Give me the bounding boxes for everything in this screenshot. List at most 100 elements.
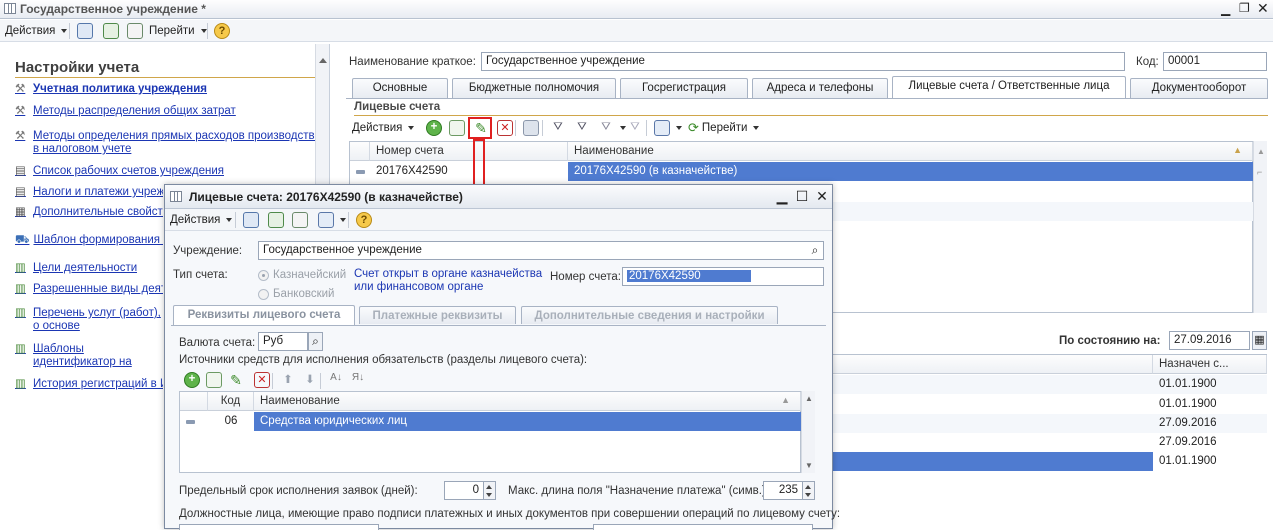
move-up-button[interactable]: ⬆: [277, 371, 299, 389]
goto-section-icon-button[interactable]: [651, 119, 685, 137]
sort-asc-icon: A↓: [330, 372, 342, 383]
clear-filter-button[interactable]: ⛛: [624, 119, 646, 137]
scroll-up-icon[interactable]: ▲: [1257, 147, 1265, 156]
accounts-grid-scrollbar[interactable]: ▲ ⌐: [1253, 141, 1267, 313]
edit-button[interactable]: ✎: [470, 119, 492, 137]
save-close-button[interactable]: [74, 22, 96, 40]
sources-delete-button[interactable]: ✕: [251, 371, 273, 389]
grid-header-name[interactable]: Наименование ▲: [254, 392, 801, 411]
filter-value-button[interactable]: ⛛: [571, 119, 593, 137]
dialog-save-close-button[interactable]: [240, 211, 262, 229]
source-name-cell[interactable]: Средства юридических лиц: [254, 412, 801, 431]
copy-row-button[interactable]: [446, 119, 468, 137]
minimize-icon[interactable]: ▁: [1221, 2, 1230, 16]
grid-header-code[interactable]: Код: [208, 392, 254, 411]
deadline-stepper[interactable]: [484, 481, 496, 500]
dialog-help-button[interactable]: ?: [353, 211, 375, 229]
tab-budget-powers[interactable]: Бюджетные полномочия: [452, 78, 616, 99]
source-code-cell[interactable]: 06: [208, 412, 254, 431]
sources-add-button[interactable]: +: [181, 371, 203, 389]
table-row[interactable]: 01.01.1900: [833, 395, 1267, 414]
actions-menu-button[interactable]: Действия: [2, 22, 70, 40]
assigned-header[interactable]: Назначен с...: [1153, 355, 1267, 374]
goto-menu-button[interactable]: Перейти: [146, 22, 210, 40]
table-row[interactable]: 27.09.2016: [833, 414, 1267, 433]
add-button[interactable]: +: [423, 119, 445, 137]
link-additional-properties[interactable]: ▦ Дополнительные свойств: [15, 206, 163, 219]
currency-field[interactable]: Руб: [258, 332, 308, 351]
deadline-field[interactable]: 0: [444, 481, 484, 500]
sort-asc-button[interactable]: A↓: [325, 371, 347, 389]
maximize-icon[interactable]: ☐: [795, 189, 809, 203]
institution-field[interactable]: Государственное учреждение: [258, 241, 824, 260]
table-row[interactable]: 01.01.1900: [833, 452, 1267, 471]
toolbar-separator: [348, 212, 349, 228]
scroll-thumb-icon[interactable]: ⌐: [1257, 167, 1262, 177]
tab-additional-info[interactable]: Дополнительные сведения и настройки: [521, 306, 778, 324]
scroll-down-icon[interactable]: ▼: [805, 461, 813, 470]
maxlen-stepper[interactable]: [803, 481, 815, 500]
tab-accounts[interactable]: Лицевые счета / Ответственные лица: [892, 76, 1126, 99]
grid-header-name[interactable]: Наименование ▲: [568, 142, 1253, 161]
table-row-name[interactable]: 20176X42590 (в казначействе): [568, 162, 1253, 181]
section-actions-button[interactable]: Действия: [349, 119, 417, 137]
restore-icon[interactable]: ❐: [1239, 1, 1250, 15]
tab-payment-details[interactable]: Платежные реквизиты: [359, 306, 516, 324]
sources-copy-button[interactable]: [203, 371, 225, 389]
hierarchy-button[interactable]: [520, 119, 542, 137]
tab-registration[interactable]: Госрегистрация: [620, 78, 748, 99]
help-button[interactable]: ?: [211, 22, 233, 40]
as-of-date-field[interactable]: 27.09.2016: [1169, 331, 1250, 350]
table-row[interactable]: 01.01.1900: [833, 375, 1267, 394]
account-number-label: Номер счета:: [550, 271, 621, 283]
currency-search-icon[interactable]: ⌕: [308, 332, 323, 351]
tab-account-details[interactable]: Реквизиты лицевого счета: [173, 305, 355, 326]
close-icon[interactable]: ✕: [1257, 0, 1269, 17]
delete-button[interactable]: ✕: [494, 119, 516, 137]
link-allowed-activities[interactable]: ▥ Разрешенные виды деяте: [15, 283, 163, 296]
link-registration-history[interactable]: ▥ История регистраций в И: [15, 378, 163, 391]
search-icon[interactable]: ⌕: [807, 242, 823, 259]
link-taxes[interactable]: ▤ Налоги и платежи учрежд: [15, 186, 163, 199]
short-name-field[interactable]: Государственное учреждение: [481, 52, 1125, 71]
save-button[interactable]: [100, 22, 122, 40]
link-accounting-policy[interactable]: ⚒ Учетная политика учреждения: [15, 83, 207, 96]
radio-treasury[interactable]: [258, 270, 269, 281]
sources-grid-scrollbar[interactable]: ▲ ▼: [801, 391, 815, 473]
toolbar-separator: [542, 120, 543, 136]
table-row[interactable]: 27.09.2016: [833, 433, 1267, 452]
account-number-field[interactable]: 20176X42590: [622, 267, 824, 286]
link-template[interactable]: ⛟ Шаблон формирования и: [15, 234, 163, 247]
radio-treasury-label: Казначейский: [273, 269, 347, 281]
dialog-goto-button[interactable]: [315, 211, 349, 229]
officials-field-right[interactable]: [593, 524, 813, 530]
scroll-up-icon[interactable]: ▲: [805, 394, 813, 403]
close-icon[interactable]: ✕: [815, 189, 829, 203]
officials-field-left[interactable]: [179, 524, 379, 530]
calendar-icon[interactable]: ▦: [1252, 331, 1267, 350]
filter-button[interactable]: ⛛: [547, 119, 569, 137]
tab-addresses[interactable]: Адреса и телефоны: [752, 78, 888, 99]
tab-docflow[interactable]: Документооборот: [1130, 78, 1268, 99]
maxlen-field[interactable]: 235: [763, 481, 803, 500]
link-activity-goals[interactable]: ▥ Цели деятельности: [15, 262, 137, 275]
link-direct-costs[interactable]: ⚒ Методы определения прямых расходов прои…: [15, 130, 325, 156]
scroll-up-icon[interactable]: [319, 58, 327, 63]
link-working-accounts[interactable]: ▤ Список рабочих счетов учреждения: [15, 165, 224, 178]
radio-bank[interactable]: [258, 289, 269, 300]
move-down-button[interactable]: ⬇: [299, 371, 321, 389]
section-goto-button[interactable]: ⟳ Перейти: [685, 119, 762, 137]
dialog-actions-button[interactable]: Действия: [167, 211, 235, 229]
minimize-icon[interactable]: ▁: [775, 189, 789, 203]
tab-main[interactable]: Основные: [352, 78, 448, 99]
dialog-copy-button[interactable]: [289, 211, 311, 229]
copy-button[interactable]: [124, 22, 146, 40]
sort-desc-button[interactable]: Я↓: [347, 371, 369, 389]
link-identifier-templates[interactable]: ▥Шаблоны идентификатор на оплату гос. ус…: [15, 343, 163, 369]
link-services-list[interactable]: ▥ Перечень услуг (работ), о основе: [15, 307, 163, 333]
sources-edit-button[interactable]: ✎: [225, 371, 247, 389]
dialog-save-button[interactable]: [265, 211, 287, 229]
help-icon: ?: [356, 212, 372, 228]
link-cost-distribution[interactable]: ⚒ Методы распределения общих затрат: [15, 105, 236, 118]
code-field[interactable]: 00001: [1163, 52, 1267, 71]
